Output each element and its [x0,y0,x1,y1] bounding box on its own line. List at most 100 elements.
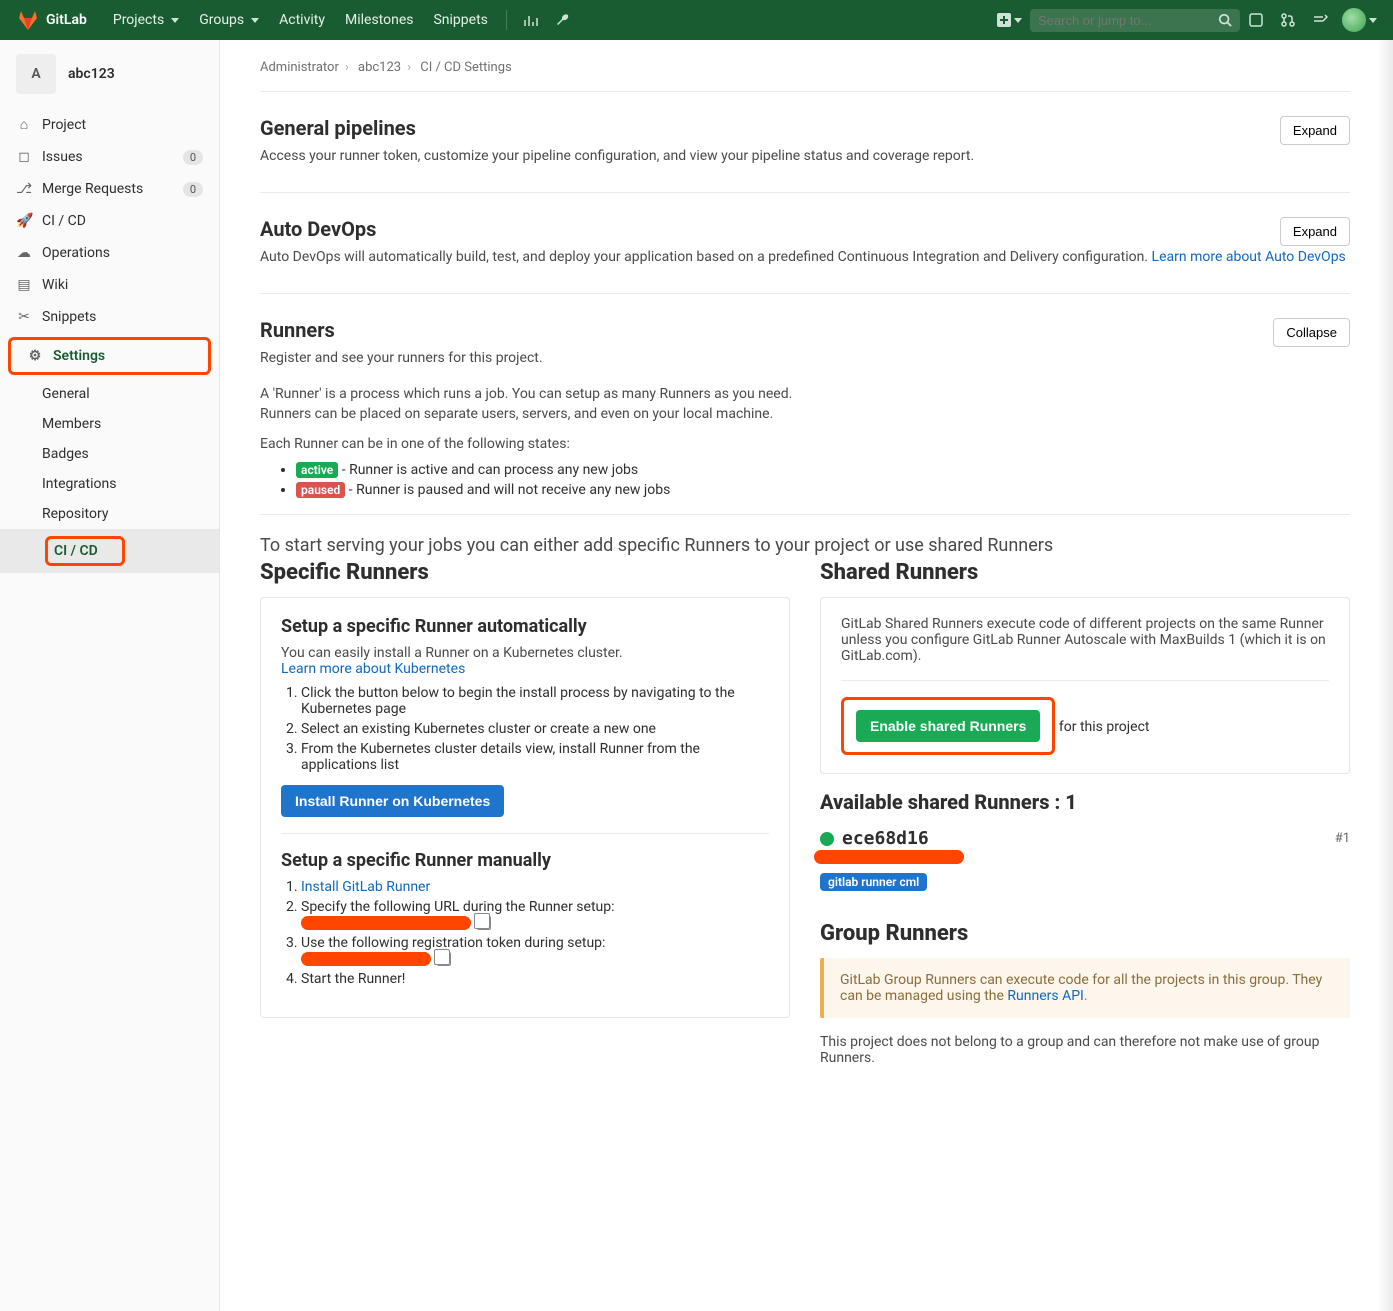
sidebar-item-project[interactable]: ⌂Project [0,108,219,141]
manual-steps: Install GitLab Runner Specify the follow… [301,879,769,987]
project-avatar: A [16,54,56,94]
submenu-cicd[interactable]: CI / CD [0,529,219,573]
expand-general-button[interactable]: Expand [1280,116,1350,145]
copy-url-icon[interactable] [477,916,491,930]
nav-groups[interactable]: Groups [189,12,269,28]
shared-card: GitLab Shared Runners execute code of di… [820,597,1350,774]
runner-states-list: active - Runner is active and can proces… [296,462,1350,498]
search-input[interactable] [1038,13,1218,28]
nav-activity[interactable]: Activity [269,12,335,28]
redacted-runner-name [814,850,964,864]
section-runners: Collapse Runners Register and see your r… [260,318,1350,1094]
submenu-general[interactable]: General [42,379,219,409]
rocket-icon: 🚀 [16,213,32,229]
runners-start-text: To start serving your jobs you can eithe… [260,535,1350,556]
status-dot-icon [820,832,834,846]
submenu-badges[interactable]: Badges [42,439,219,469]
breadcrumb-project[interactable]: abc123 [358,60,401,75]
auto-steps: Click the button below to begin the inst… [301,685,769,773]
section-general-pipelines: Expand General pipelines Access your run… [260,116,1350,193]
nav-snippets[interactable]: Snippets [423,12,497,28]
chevron-down-icon [1014,18,1022,23]
runner-p3: Each Runner can be in one of the followi… [260,436,1350,452]
shared-runners-col: Shared Runners GitLab Shared Runners exe… [820,560,1350,1070]
enable-shared-highlight: Enable shared Runners [841,697,1055,755]
shared-heading: Shared Runners [820,560,1350,585]
group-info-box: GitLab Group Runners can execute code fo… [820,958,1350,1018]
copy-token-icon[interactable] [437,952,451,966]
kubernetes-learn-link[interactable]: Learn more about Kubernetes [281,661,465,677]
submenu-integrations[interactable]: Integrations [42,469,219,499]
group-heading: Group Runners [820,921,1350,946]
divider [506,10,507,30]
specific-runners-col: Specific Runners Setup a specific Runner… [260,560,790,1070]
breadcrumb-admin[interactable]: Administrator [260,60,339,75]
issues-icon[interactable] [1240,12,1272,28]
paused-badge: paused [296,482,345,498]
section-title: Auto DevOps [260,217,1350,241]
autodevops-learn-link[interactable]: Learn more about Auto DevOps [1152,249,1346,265]
collapse-runners-button[interactable]: Collapse [1273,318,1350,347]
runner-hash[interactable]: ece68d16 [842,828,929,849]
issues-count: 0 [183,150,203,165]
chevron-down-icon [171,18,179,23]
sidebar-item-merge-requests[interactable]: ⎇Merge Requests0 [0,173,219,205]
merge-icon: ⎇ [16,181,32,197]
top-navbar: GitLab Projects Groups Activity Mileston… [0,0,1393,40]
user-avatar[interactable] [1342,8,1366,32]
enable-suffix: for this project [1059,719,1150,735]
stats-icon[interactable] [515,12,547,28]
runner-id: #1 [1335,831,1350,846]
gear-icon: ⚙ [27,348,43,364]
sidebar: A abc123 ⌂Project ◻Issues0 ⎇Merge Reques… [0,40,220,1311]
nav-projects[interactable]: Projects [103,12,189,28]
sidebar-item-wiki[interactable]: ▤Wiki [0,269,219,301]
runner-row: ece68d16 #1 [820,828,1350,849]
nav-milestones[interactable]: Milestones [335,12,424,28]
specific-card: Setup a specific Runner automatically Yo… [260,597,790,1018]
project-name: abc123 [68,66,115,82]
main-content: Administrator› abc123› CI / CD Settings … [220,40,1390,1311]
install-kubernetes-button[interactable]: Install Runner on Kubernetes [281,785,504,817]
wrench-icon[interactable] [547,12,579,28]
submenu-repository[interactable]: Repository [42,499,219,529]
scissors-icon: ✂ [16,309,32,325]
breadcrumb-page: CI / CD Settings [420,60,512,75]
sidebar-project-header[interactable]: A abc123 [0,40,219,108]
issues-icon: ◻ [16,149,32,165]
sidebar-item-snippets[interactable]: ✂Snippets [0,301,219,333]
expand-autodevops-button[interactable]: Expand [1280,217,1350,246]
chevron-down-icon [251,18,259,23]
section-auto-devops: Expand Auto DevOps Auto DevOps will auto… [260,217,1350,294]
auto-title: Setup a specific Runner automatically [281,616,769,637]
home-icon: ⌂ [16,116,32,133]
specific-heading: Specific Runners [260,560,790,585]
redacted-token [301,952,431,966]
section-desc: Auto DevOps will automatically build, te… [260,249,1350,265]
merge-requests-icon[interactable] [1272,12,1304,28]
chevron-down-icon [1369,18,1377,23]
breadcrumb: Administrator› abc123› CI / CD Settings [260,56,1350,92]
runner-p2: Runners can be placed on separate users,… [260,406,1350,422]
plus-icon[interactable] [989,13,1030,27]
cloud-icon: ☁ [16,245,32,261]
runner-p1: A 'Runner' is a process which runs a job… [260,386,1350,402]
install-runner-link[interactable]: Install GitLab Runner [301,879,430,895]
submenu-members[interactable]: Members [42,409,219,439]
sidebar-item-issues[interactable]: ◻Issues0 [0,141,219,173]
gitlab-logo[interactable]: GitLab [16,8,87,32]
section-title: Runners [260,318,1350,342]
brand-text: GitLab [46,12,87,28]
sidebar-item-operations[interactable]: ☁Operations [0,237,219,269]
section-title: General pipelines [260,116,1350,140]
enable-shared-button[interactable]: Enable shared Runners [856,710,1040,742]
section-desc: Access your runner token, customize your… [260,148,1350,164]
gitlab-icon [16,8,40,32]
search-box[interactable] [1030,9,1240,32]
runners-api-link[interactable]: Runners API [1007,988,1083,1004]
no-group-text: This project does not belong to a group … [820,1034,1350,1066]
runner-tag: gitlab runner cml [820,873,927,891]
todos-icon[interactable] [1304,12,1336,28]
sidebar-item-cicd[interactable]: 🚀CI / CD [0,205,219,237]
sidebar-item-settings[interactable]: ⚙Settings [8,337,211,375]
